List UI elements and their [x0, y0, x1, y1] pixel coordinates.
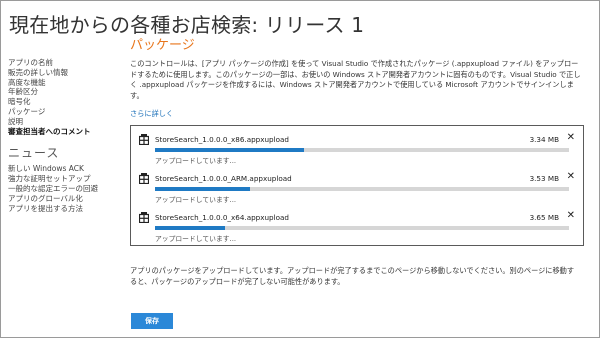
- upload-warning-note: アプリのパッケージをアップロードしています。アップロードが完了するまでこのページ…: [130, 266, 575, 286]
- file-name: StoreSearch_1.0.0.0_ARM.appxupload: [155, 174, 292, 183]
- upload-progress-fill: [155, 187, 251, 191]
- file-size: 3.65 MB: [529, 213, 559, 222]
- upload-status: アップロードしています...: [155, 157, 237, 165]
- file-size: 3.34 MB: [529, 135, 559, 144]
- upload-progress-bar: [155, 226, 569, 230]
- close-icon[interactable]: ✕: [567, 171, 575, 183]
- upload-panel: StoreSearch_1.0.0.0_x86.appxupload 3.34 …: [130, 125, 584, 246]
- package-icon: [139, 173, 149, 184]
- main-content: パッケージ このコントロールは、[アプリ パッケージの作成] を使って Visu…: [130, 34, 585, 120]
- news-item-strong-cert-setup[interactable]: 強力な証明セットアップ: [8, 174, 118, 184]
- upload-status: アップロードしています...: [155, 196, 237, 204]
- sidebar-item-app-name[interactable]: アプリの名前: [8, 58, 118, 68]
- upload-progress-fill: [155, 148, 305, 152]
- upload-item: StoreSearch_1.0.0.0_x64.appxupload 3.65 …: [131, 206, 583, 243]
- section-title: パッケージ: [130, 38, 195, 53]
- sidebar-item-notes-to-testers[interactable]: 審査担当者へのコメント: [8, 127, 118, 137]
- sidebar-item-packages[interactable]: パッケージ: [8, 107, 118, 117]
- close-icon[interactable]: ✕: [567, 210, 575, 222]
- upload-item: StoreSearch_1.0.0.0_ARM.appxupload 3.53 …: [131, 167, 583, 204]
- upload-progress-bar: [155, 187, 569, 191]
- upload-status: アップロードしています...: [155, 235, 237, 243]
- file-name: StoreSearch_1.0.0.0_x64.appxupload: [155, 213, 289, 222]
- package-description: このコントロールは、[アプリ パッケージの作成] を使って Visual Stu…: [130, 59, 581, 100]
- news-item-how-to-submit[interactable]: アプリを提出する方法: [8, 204, 118, 214]
- sidebar-item-cryptography[interactable]: 暗号化: [8, 97, 118, 107]
- learn-more-link[interactable]: さらに詳しく: [130, 109, 173, 119]
- upload-item: StoreSearch_1.0.0.0_x86.appxupload 3.34 …: [131, 128, 583, 165]
- close-icon[interactable]: ✕: [567, 132, 575, 144]
- upload-progress-bar: [155, 148, 569, 152]
- sidebar-item-selling-details[interactable]: 販売の詳しい情報: [8, 68, 118, 78]
- news-item-globalization[interactable]: アプリのグローバル化: [8, 194, 118, 204]
- sidebar: アプリの名前 販売の詳しい情報 高度な機能 年齢区分 暗号化 パッケージ 説明 …: [8, 58, 118, 213]
- file-size: 3.53 MB: [529, 174, 559, 183]
- news-heading: ニュース: [8, 146, 60, 161]
- file-name: StoreSearch_1.0.0.0_x86.appxupload: [155, 135, 289, 144]
- upload-progress-fill: [155, 226, 226, 230]
- package-icon: [139, 134, 149, 145]
- package-icon: [139, 212, 149, 223]
- sidebar-item-age-rating[interactable]: 年齢区分: [8, 87, 118, 97]
- sidebar-item-advanced-features[interactable]: 高度な機能: [8, 78, 118, 88]
- news-item-windows-ack[interactable]: 新しい Windows ACK: [8, 164, 118, 174]
- save-button[interactable]: 保存: [131, 313, 173, 329]
- news-item-avoid-cert-errors[interactable]: 一般的な認定エラーの回避: [8, 184, 118, 194]
- sidebar-item-description[interactable]: 説明: [8, 117, 118, 127]
